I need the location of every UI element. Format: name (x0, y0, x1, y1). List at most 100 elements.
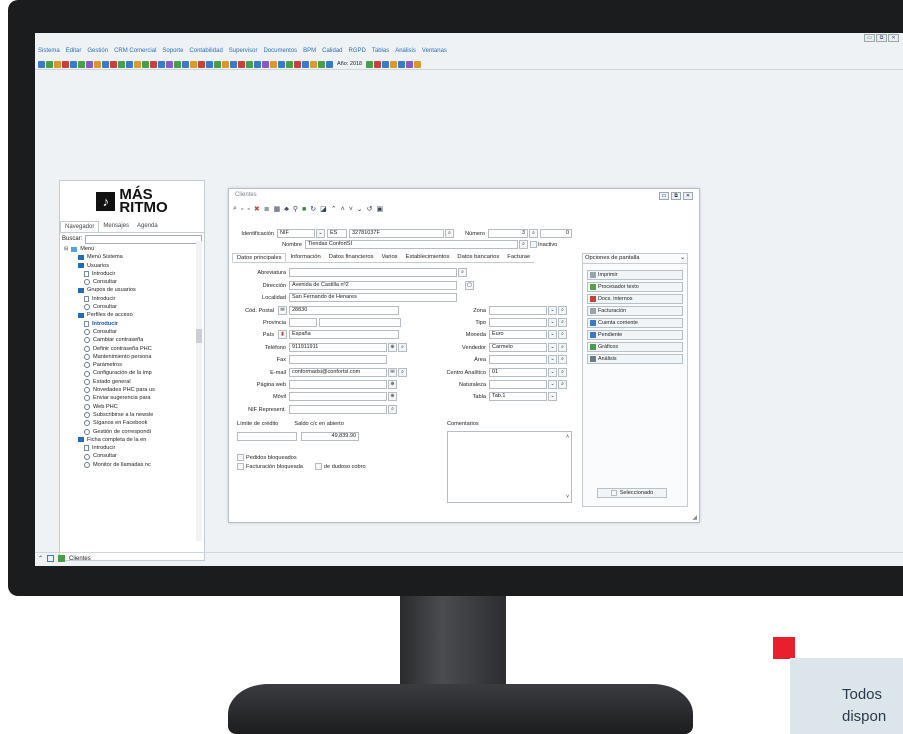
toolbar-icon[interactable] (94, 60, 101, 68)
numero-extra-field[interactable]: 0 (540, 229, 572, 238)
search-icon[interactable]: ⌕ (388, 405, 397, 414)
limite-field[interactable] (237, 432, 297, 441)
dudoso-checkbox[interactable] (314, 463, 322, 470)
menu-bpm[interactable]: BPM (303, 48, 316, 58)
tree-item[interactable]: Consultar (64, 328, 204, 336)
menu-rgpd[interactable]: RGPD (349, 48, 366, 58)
tree-item[interactable]: Usuarios (64, 262, 204, 270)
menu-ventanas[interactable]: Ventanas (422, 48, 447, 58)
comentarios-textarea[interactable]: ˄ ˅ (447, 431, 572, 503)
search-icon[interactable]: ⌕ (558, 318, 567, 327)
toolbar-icon[interactable] (70, 60, 77, 68)
search-icon[interactable]: ⌕ (529, 229, 538, 238)
new-icon[interactable]: ▫ (241, 206, 243, 213)
toolbar-icon[interactable] (78, 60, 85, 68)
copy-icon[interactable]: ▫ (247, 206, 249, 213)
toolbar-icon[interactable] (230, 60, 237, 68)
tab-varios[interactable]: Varios (378, 253, 402, 262)
close-button[interactable]: ✕ (683, 192, 693, 200)
direccion-field[interactable]: Avenida de Castilla nº2 (289, 281, 457, 290)
search-icon[interactable]: ⌕ (558, 380, 567, 389)
first-icon[interactable]: ⌃ (331, 205, 337, 213)
search-icon[interactable]: ⌕ (558, 330, 567, 339)
chevron-down-icon[interactable]: ⌄ (548, 368, 557, 377)
search-icon[interactable]: ⌕ (558, 368, 567, 377)
menu-documentos[interactable]: Documentos (263, 48, 297, 58)
menu-gestion[interactable]: Gestión (87, 48, 108, 58)
folder-icon[interactable]: ■ (302, 206, 306, 213)
search-icon[interactable]: ⌕ (398, 368, 407, 377)
grid-icon[interactable]: ▦ (274, 205, 281, 213)
menu-soporte[interactable]: Soporte (162, 48, 183, 58)
tree-icon[interactable]: ♣ (284, 206, 289, 213)
chevron-down-icon[interactable]: ⌄ (548, 306, 557, 315)
toolbar-icon[interactable] (222, 60, 229, 68)
toolbar-icon[interactable] (158, 60, 165, 68)
tree-item[interactable]: Estado general (64, 378, 204, 386)
toolbar-icon[interactable] (142, 60, 149, 68)
movil-field[interactable] (289, 392, 387, 401)
nif-rep-field[interactable] (289, 405, 387, 414)
chevron-down-icon[interactable]: ⌄ (548, 318, 557, 327)
tree-item[interactable]: Configuración de la imp (64, 369, 204, 377)
toolbar-icon[interactable] (326, 60, 333, 68)
tree-item[interactable]: Perfiles de acceso (64, 311, 204, 319)
toolbar-icon[interactable] (54, 60, 61, 68)
minimize-button[interactable]: ▭ (864, 34, 875, 42)
naturaleza-field[interactable] (489, 380, 547, 389)
tab-informacion[interactable]: Información (286, 253, 324, 262)
toolbar-icon[interactable] (382, 60, 390, 68)
restore-button[interactable]: ⧉ (671, 192, 681, 200)
tree-item[interactable]: Web PHC (64, 403, 204, 411)
navigator-scrollbar[interactable] (196, 241, 202, 541)
last-icon[interactable]: ⌄ (357, 205, 363, 213)
menu-editar[interactable]: Editar (66, 48, 82, 58)
toolbar-icon[interactable] (278, 60, 285, 68)
toolbar-icon[interactable] (62, 60, 69, 68)
tab-mensajes[interactable]: Mensajes (99, 221, 133, 232)
tree-item[interactable]: Consultar (64, 278, 204, 286)
toolbar-icon[interactable] (406, 60, 414, 68)
flag-icon[interactable]: ▮ (278, 330, 287, 339)
chevron-down-icon[interactable]: ⌄ (548, 343, 557, 352)
pedidos-checkbox[interactable] (237, 454, 244, 461)
tree-root[interactable]: ⊟ Menú (64, 245, 204, 253)
menu-analisis[interactable]: Análisis (395, 48, 416, 58)
ident-type-select[interactable]: NIF (277, 229, 315, 238)
tipo-field[interactable] (489, 318, 547, 327)
tree-item[interactable]: Consultar (64, 452, 204, 460)
graficos-button[interactable]: Gráficos (587, 342, 683, 352)
taskbar-clientes[interactable]: Clientes (69, 556, 91, 562)
globe-icon[interactable]: ⊕ (388, 392, 397, 401)
preview-icon[interactable]: ◪ (320, 205, 327, 213)
minimize-button[interactable]: ▭ (659, 192, 669, 200)
zona-field[interactable] (489, 306, 547, 315)
chevron-down-icon[interactable]: ⌄ (316, 229, 325, 238)
menu-tablas[interactable]: Tablas (372, 48, 389, 58)
list-icon[interactable]: ≣ (264, 205, 270, 213)
search-icon[interactable]: ⌕ (558, 343, 567, 352)
globe-icon[interactable]: ⊕ (388, 343, 397, 352)
facturacion-checkbox[interactable] (237, 463, 244, 470)
undo-icon[interactable]: ↺ (367, 205, 373, 213)
toolbar-icon[interactable] (246, 60, 253, 68)
resize-grip-icon[interactable]: ◢ (692, 514, 697, 521)
facturacion-button[interactable]: Facturación (587, 306, 683, 316)
menu-supervisor[interactable]: Supervisor (229, 48, 258, 58)
menu-crm[interactable]: CRM Comercial (114, 48, 156, 58)
tree-item[interactable]: Introducir (64, 295, 204, 303)
ident-country-field[interactable]: ES (327, 229, 347, 238)
chevron-down-icon[interactable]: ⌄ (548, 392, 557, 401)
toolbar-icon[interactable] (174, 60, 181, 68)
toolbar-icon[interactable] (150, 60, 157, 68)
moneda-field[interactable]: Euro (489, 330, 547, 339)
toolbar-icon[interactable] (238, 60, 245, 68)
web-field[interactable] (289, 380, 387, 389)
tree-item[interactable]: Ficha completa de la en (64, 436, 204, 444)
vendedor-field[interactable]: Carmelo (489, 343, 547, 352)
abreviatura-field[interactable] (289, 268, 457, 277)
toolbar-icon[interactable] (38, 60, 45, 68)
menu-calidad[interactable]: Calidad (322, 48, 342, 58)
search-icon[interactable]: ⌕ (233, 205, 237, 213)
window-icon[interactable] (47, 555, 55, 562)
